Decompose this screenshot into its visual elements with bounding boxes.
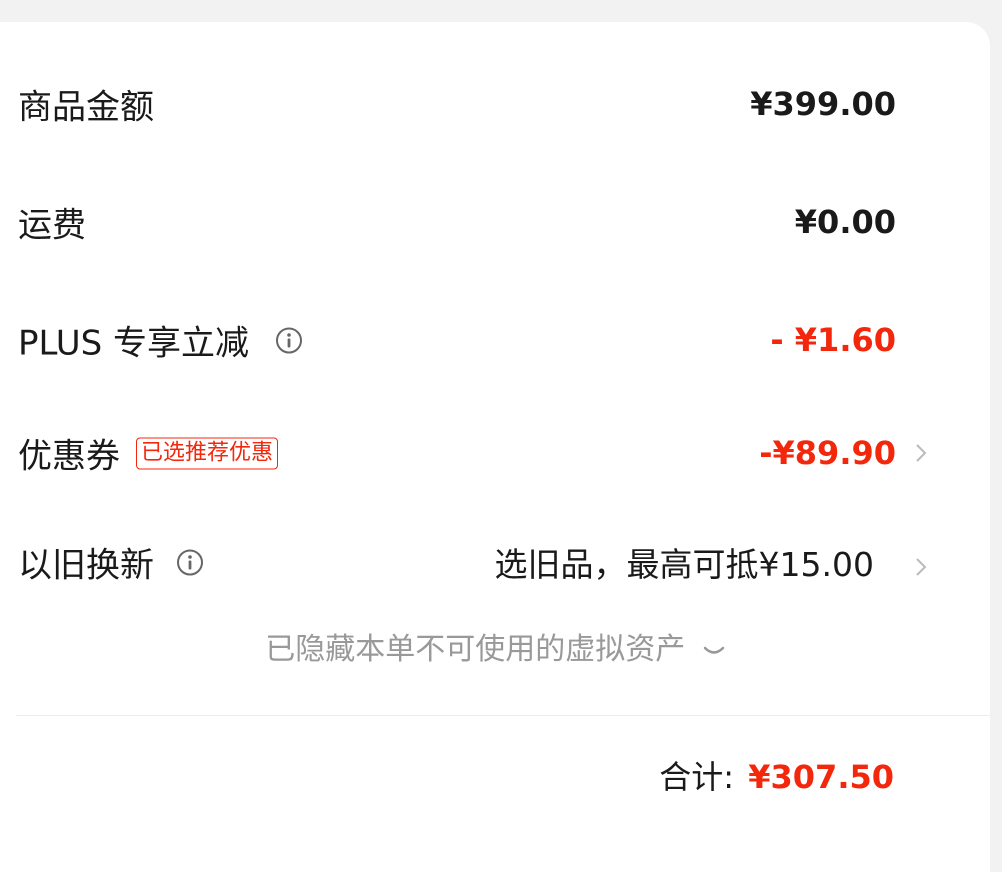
chevron-down-icon [703,646,725,654]
plus-discount-row: PLUS 专享立减 - ¥1.60 [0,310,990,370]
trade-in-label: 以旧换新 [18,545,154,586]
chevron-right-icon[interactable] [914,553,928,581]
shipping-label: 运费 [18,205,86,246]
trade-in-label-group: 以旧换新 [18,538,204,587]
chevron-right-icon[interactable] [914,439,928,467]
order-total: 合计: ¥307.50 [659,752,894,798]
total-value: ¥307.50 [748,758,894,796]
shipping-row: 运费 ¥0.00 [0,192,990,252]
coupon-value[interactable]: -¥89.90 [759,434,896,472]
shipping-value: ¥0.00 [794,203,896,241]
coupon-label: 优惠券 [18,436,120,477]
trade-in-value[interactable]: 选旧品，最高可抵¥15.00 [495,538,874,586]
plus-discount-label: PLUS 专享立减 [18,323,250,364]
goods-amount-value: ¥399.00 [750,85,896,123]
trade-in-row[interactable]: 以旧换新 选旧品，最高可抵¥15.00 [0,532,990,592]
hidden-assets-text: 已隐藏本单不可使用的虚拟资产 [265,632,686,667]
coupon-label-group: 优惠券 已选推荐优惠 [18,429,279,478]
coupon-row[interactable]: 优惠券 已选推荐优惠 -¥89.90 [0,423,990,483]
plus-discount-label-group: PLUS 专享立减 [18,316,303,365]
info-icon[interactable] [176,548,204,576]
goods-amount-row: 商品金额 ¥399.00 [0,74,990,134]
hidden-assets-toggle[interactable]: 已隐藏本单不可使用的虚拟资产 [0,624,990,668]
total-label: 合计: [659,758,735,796]
divider [16,715,990,716]
recommended-coupon-tag: 已选推荐优惠 [136,437,279,469]
info-icon[interactable] [275,326,303,354]
goods-amount-label: 商品金额 [18,87,154,128]
plus-discount-value: - ¥1.60 [770,321,896,359]
